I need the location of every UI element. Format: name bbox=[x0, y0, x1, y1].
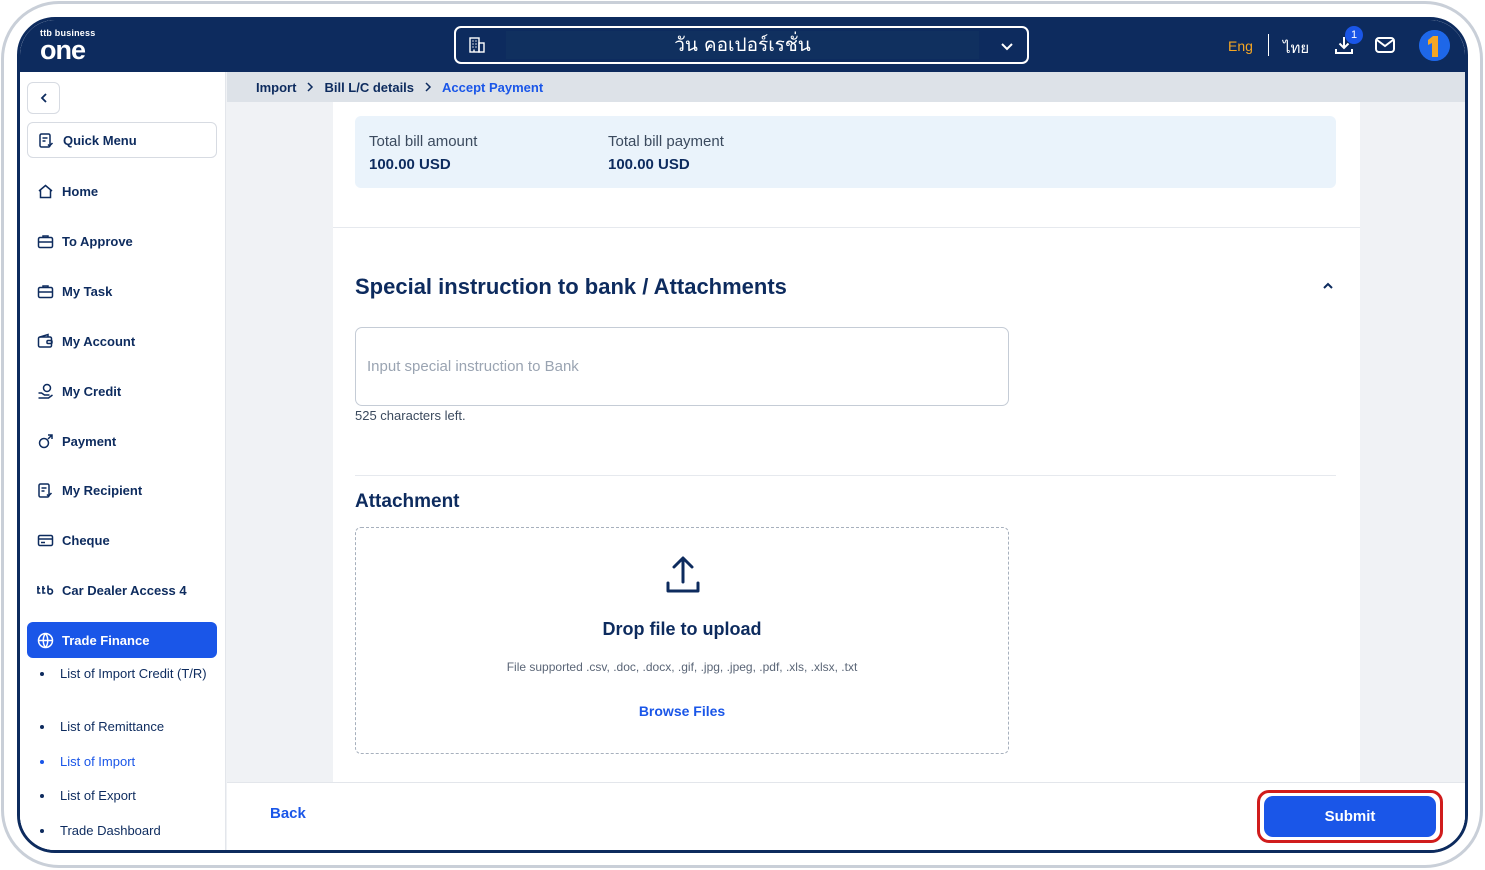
sidebar-item-my-task[interactable]: My Task bbox=[27, 273, 217, 309]
footer-bar: Back Submit bbox=[227, 782, 1465, 850]
chevron-right-icon bbox=[306, 82, 314, 92]
main-content: Total bill amount 100.00 USD Total bill … bbox=[333, 102, 1360, 782]
chevron-right-icon bbox=[424, 82, 432, 92]
avatar[interactable] bbox=[1419, 30, 1450, 61]
characters-left: 525 characters left. bbox=[355, 408, 466, 423]
sidebar-subitem-label: List of Import bbox=[60, 754, 136, 769]
sidebar-subitem-label: List of Remittance bbox=[60, 719, 165, 734]
section-divider bbox=[355, 475, 1336, 476]
briefcase-icon bbox=[36, 232, 54, 250]
sidebar-item-label: Trade Finance bbox=[62, 632, 150, 648]
sidebar-item-to-approve[interactable]: To Approve bbox=[27, 223, 217, 259]
lang-divider bbox=[1268, 34, 1269, 56]
recipient-icon bbox=[36, 481, 54, 499]
cheque-icon bbox=[36, 531, 54, 549]
sidebar-subitem-import-credit[interactable]: List of Import Credit (T/R) bbox=[40, 664, 220, 683]
sidebar-item-car-dealer-access[interactable]: Car Dealer Access 4 bbox=[27, 572, 217, 608]
ttb-icon bbox=[36, 581, 54, 599]
sidebar-item-label: My Account bbox=[62, 333, 136, 349]
attachment-title: Attachment bbox=[355, 491, 460, 512]
sidebar-subitem-label: List of Export bbox=[60, 788, 136, 803]
total-bill-amount-label: Total bill amount bbox=[369, 133, 478, 150]
globe-icon bbox=[36, 631, 54, 649]
bullet-dot bbox=[40, 725, 44, 729]
sidebar-item-label: Quick Menu bbox=[63, 132, 137, 148]
sidebar-item-my-recipient[interactable]: My Recipient bbox=[27, 472, 217, 508]
sidebar-item-label: My Credit bbox=[62, 383, 122, 399]
sidebar-subitem-label: List of Import Credit (T/R) bbox=[60, 666, 207, 681]
app-screen: ttb business one วัน คอเปอร์เรชั่น Eng ไ… bbox=[20, 20, 1465, 850]
supported-file-types: File supported .csv, .doc, .docx, .gif, … bbox=[506, 660, 858, 674]
bullet-dot bbox=[40, 794, 44, 798]
sidebar-item-cheque[interactable]: Cheque bbox=[27, 522, 217, 558]
sidebar-subitem-import[interactable]: List of Import bbox=[40, 752, 220, 771]
payment-icon bbox=[36, 432, 54, 450]
sidebar-item-label: Payment bbox=[62, 433, 117, 449]
total-bill-amount-value: 100.00 USD bbox=[369, 156, 451, 173]
wallet-icon bbox=[36, 332, 54, 350]
credit-icon bbox=[36, 382, 54, 400]
device-screen: ttb business one วัน คอเปอร์เรชั่น Eng ไ… bbox=[17, 17, 1468, 853]
sidebar-subitem-trade-dashboard[interactable]: Trade Dashboard bbox=[40, 821, 220, 840]
breadcrumb-item-accept-payment: Accept Payment bbox=[442, 79, 544, 95]
app-logo[interactable]: ttb business one bbox=[40, 28, 95, 65]
bill-summary: Total bill amount 100.00 USD Total bill … bbox=[355, 116, 1336, 188]
special-instruction-input[interactable] bbox=[355, 327, 1009, 406]
top-bar: ttb business one วัน คอเปอร์เรชั่น Eng ไ… bbox=[20, 20, 1465, 72]
sidebar-item-quick-menu[interactable]: Quick Menu bbox=[27, 122, 217, 158]
sidebar-item-label: My Recipient bbox=[62, 482, 143, 498]
sidebar-item-label: My Task bbox=[62, 283, 113, 299]
briefcase-icon bbox=[36, 282, 54, 300]
sidebar-subitem-label: Trade Dashboard bbox=[60, 823, 161, 838]
breadcrumb-item-bill-lc-details[interactable]: Bill L/C details bbox=[324, 80, 414, 95]
sidebar-item-label: To Approve bbox=[62, 233, 133, 249]
sidebar-item-label: Home bbox=[62, 183, 99, 199]
sidebar-collapse-button[interactable] bbox=[27, 82, 60, 114]
total-bill-payment-label: Total bill payment bbox=[608, 133, 724, 150]
breadcrumb: Import Bill L/C details Accept Payment bbox=[227, 72, 1465, 102]
quick-menu-icon bbox=[37, 131, 55, 149]
lang-eng-button[interactable]: Eng bbox=[1228, 38, 1253, 54]
submit-button[interactable]: Submit bbox=[1264, 796, 1436, 837]
upload-icon bbox=[664, 555, 702, 600]
browse-files-link[interactable]: Browse Files bbox=[356, 703, 1008, 719]
bullet-dot bbox=[40, 829, 44, 833]
lang-thai-button[interactable]: ไทย bbox=[1283, 36, 1309, 60]
sidebar: Quick Menu Home To Approve My Task My Ac bbox=[20, 72, 226, 850]
sidebar-item-my-account[interactable]: My Account bbox=[27, 323, 217, 359]
download-badge: 1 bbox=[1345, 26, 1363, 44]
building-icon bbox=[468, 36, 486, 59]
sidebar-subitem-export[interactable]: List of Export bbox=[40, 786, 220, 805]
breadcrumb-item-import[interactable]: Import bbox=[256, 80, 296, 95]
section-divider bbox=[333, 227, 1360, 228]
mail-icon[interactable] bbox=[1374, 36, 1396, 59]
company-name: วัน คอเปอร์เรชั่น bbox=[506, 31, 979, 59]
total-bill-payment-value: 100.00 USD bbox=[608, 156, 690, 173]
chevron-down-icon bbox=[999, 38, 1015, 59]
drop-file-text: Drop file to upload bbox=[602, 619, 762, 639]
sidebar-subitem-remittance[interactable]: List of Remittance bbox=[40, 717, 220, 736]
home-icon bbox=[36, 182, 54, 200]
company-selector[interactable]: วัน คอเปอร์เรชั่น bbox=[454, 26, 1029, 64]
chevron-up-icon[interactable] bbox=[1321, 278, 1335, 296]
sidebar-item-payment[interactable]: Payment bbox=[27, 423, 217, 459]
bullet-dot bbox=[40, 760, 44, 764]
bullet-dot bbox=[40, 672, 44, 676]
section-title: Special instruction to bank / Attachment… bbox=[355, 274, 787, 299]
back-button[interactable]: Back bbox=[270, 805, 306, 822]
file-dropzone[interactable]: Drop file to upload File supported .csv,… bbox=[355, 527, 1009, 754]
sidebar-item-home[interactable]: Home bbox=[27, 173, 217, 209]
sidebar-item-trade-finance[interactable]: Trade Finance bbox=[27, 622, 217, 658]
logo-one: one bbox=[40, 35, 86, 65]
sidebar-item-label: Cheque bbox=[62, 532, 110, 548]
sidebar-item-my-credit[interactable]: My Credit bbox=[27, 373, 217, 409]
sidebar-item-label: Car Dealer Access 4 bbox=[62, 582, 187, 598]
